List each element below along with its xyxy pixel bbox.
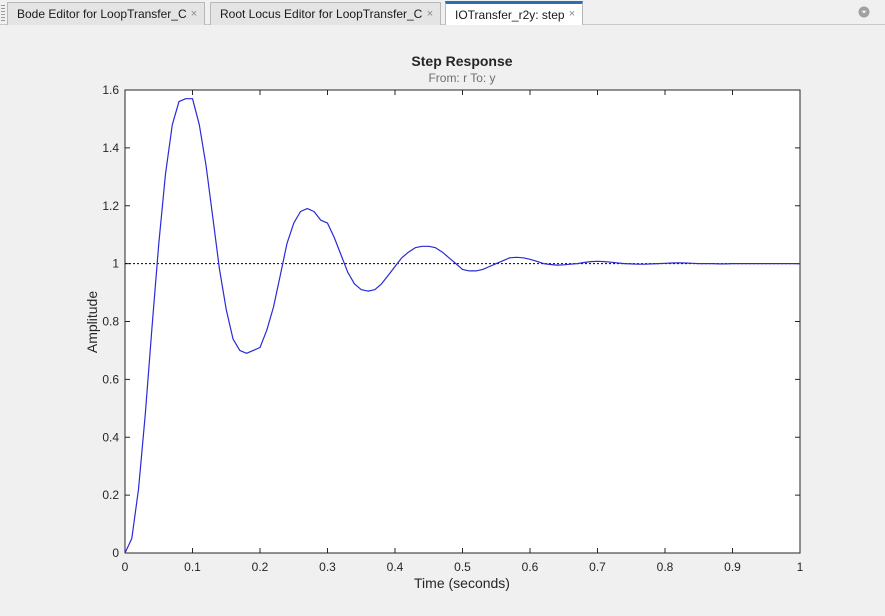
close-icon[interactable]: ×: [567, 8, 577, 20]
x-axis-label: Time (seconds): [414, 575, 510, 591]
y-tick-label: 1: [112, 257, 119, 271]
x-tick-label: 0.6: [522, 560, 539, 574]
close-icon[interactable]: ×: [189, 8, 199, 20]
y-tick-label: 1.4: [102, 141, 119, 155]
tab-bode-editor[interactable]: Bode Editor for LoopTransfer_C ×: [7, 2, 205, 25]
y-tick-label: 0.4: [102, 430, 119, 444]
tab-label: Bode Editor for LoopTransfer_C: [17, 7, 187, 21]
x-tick-label: 0.7: [589, 560, 606, 574]
plot-area[interactable]: [124, 89, 801, 554]
y-tick-label: 0.8: [102, 315, 119, 329]
y-tick-label: 1.2: [102, 199, 119, 213]
y-tick-label: 1.6: [102, 83, 119, 97]
x-tick-label: 0.9: [724, 560, 741, 574]
tab-label: IOTransfer_r2y: step: [455, 7, 565, 22]
tab-label: Root Locus Editor for LoopTransfer_C: [220, 7, 423, 21]
x-tick-label: 0.2: [252, 560, 269, 574]
x-tick-label: 1: [797, 560, 804, 574]
x-tick-label: 0.5: [454, 560, 471, 574]
x-tick-label: 0: [122, 560, 129, 574]
y-tick-label: 0: [112, 546, 119, 560]
y-axis-label: Amplitude: [84, 291, 100, 353]
chart-title: Step Response: [411, 53, 512, 69]
x-tick-label: 0.8: [657, 560, 674, 574]
chart-subtitle: From: r To: y: [428, 71, 495, 85]
tab-iotransfer-step[interactable]: IOTransfer_r2y: step ×: [445, 1, 583, 25]
tab-bar-grip-icon[interactable]: [1, 5, 5, 21]
y-tick-label: 0.6: [102, 372, 119, 386]
tab-root-locus-editor[interactable]: Root Locus Editor for LoopTransfer_C ×: [210, 2, 441, 25]
x-tick-label: 0.1: [184, 560, 201, 574]
close-icon[interactable]: ×: [425, 8, 435, 20]
circle-chevron-down-icon[interactable]: [858, 6, 870, 18]
document-tab-bar: Bode Editor for LoopTransfer_C × Root Lo…: [0, 0, 885, 25]
y-tick-label: 0.2: [102, 488, 119, 502]
step-response-plot: Step Response From: r To: y Time (second…: [84, 53, 804, 591]
x-tick-label: 0.3: [319, 560, 336, 574]
x-tick-label: 0.4: [387, 560, 404, 574]
